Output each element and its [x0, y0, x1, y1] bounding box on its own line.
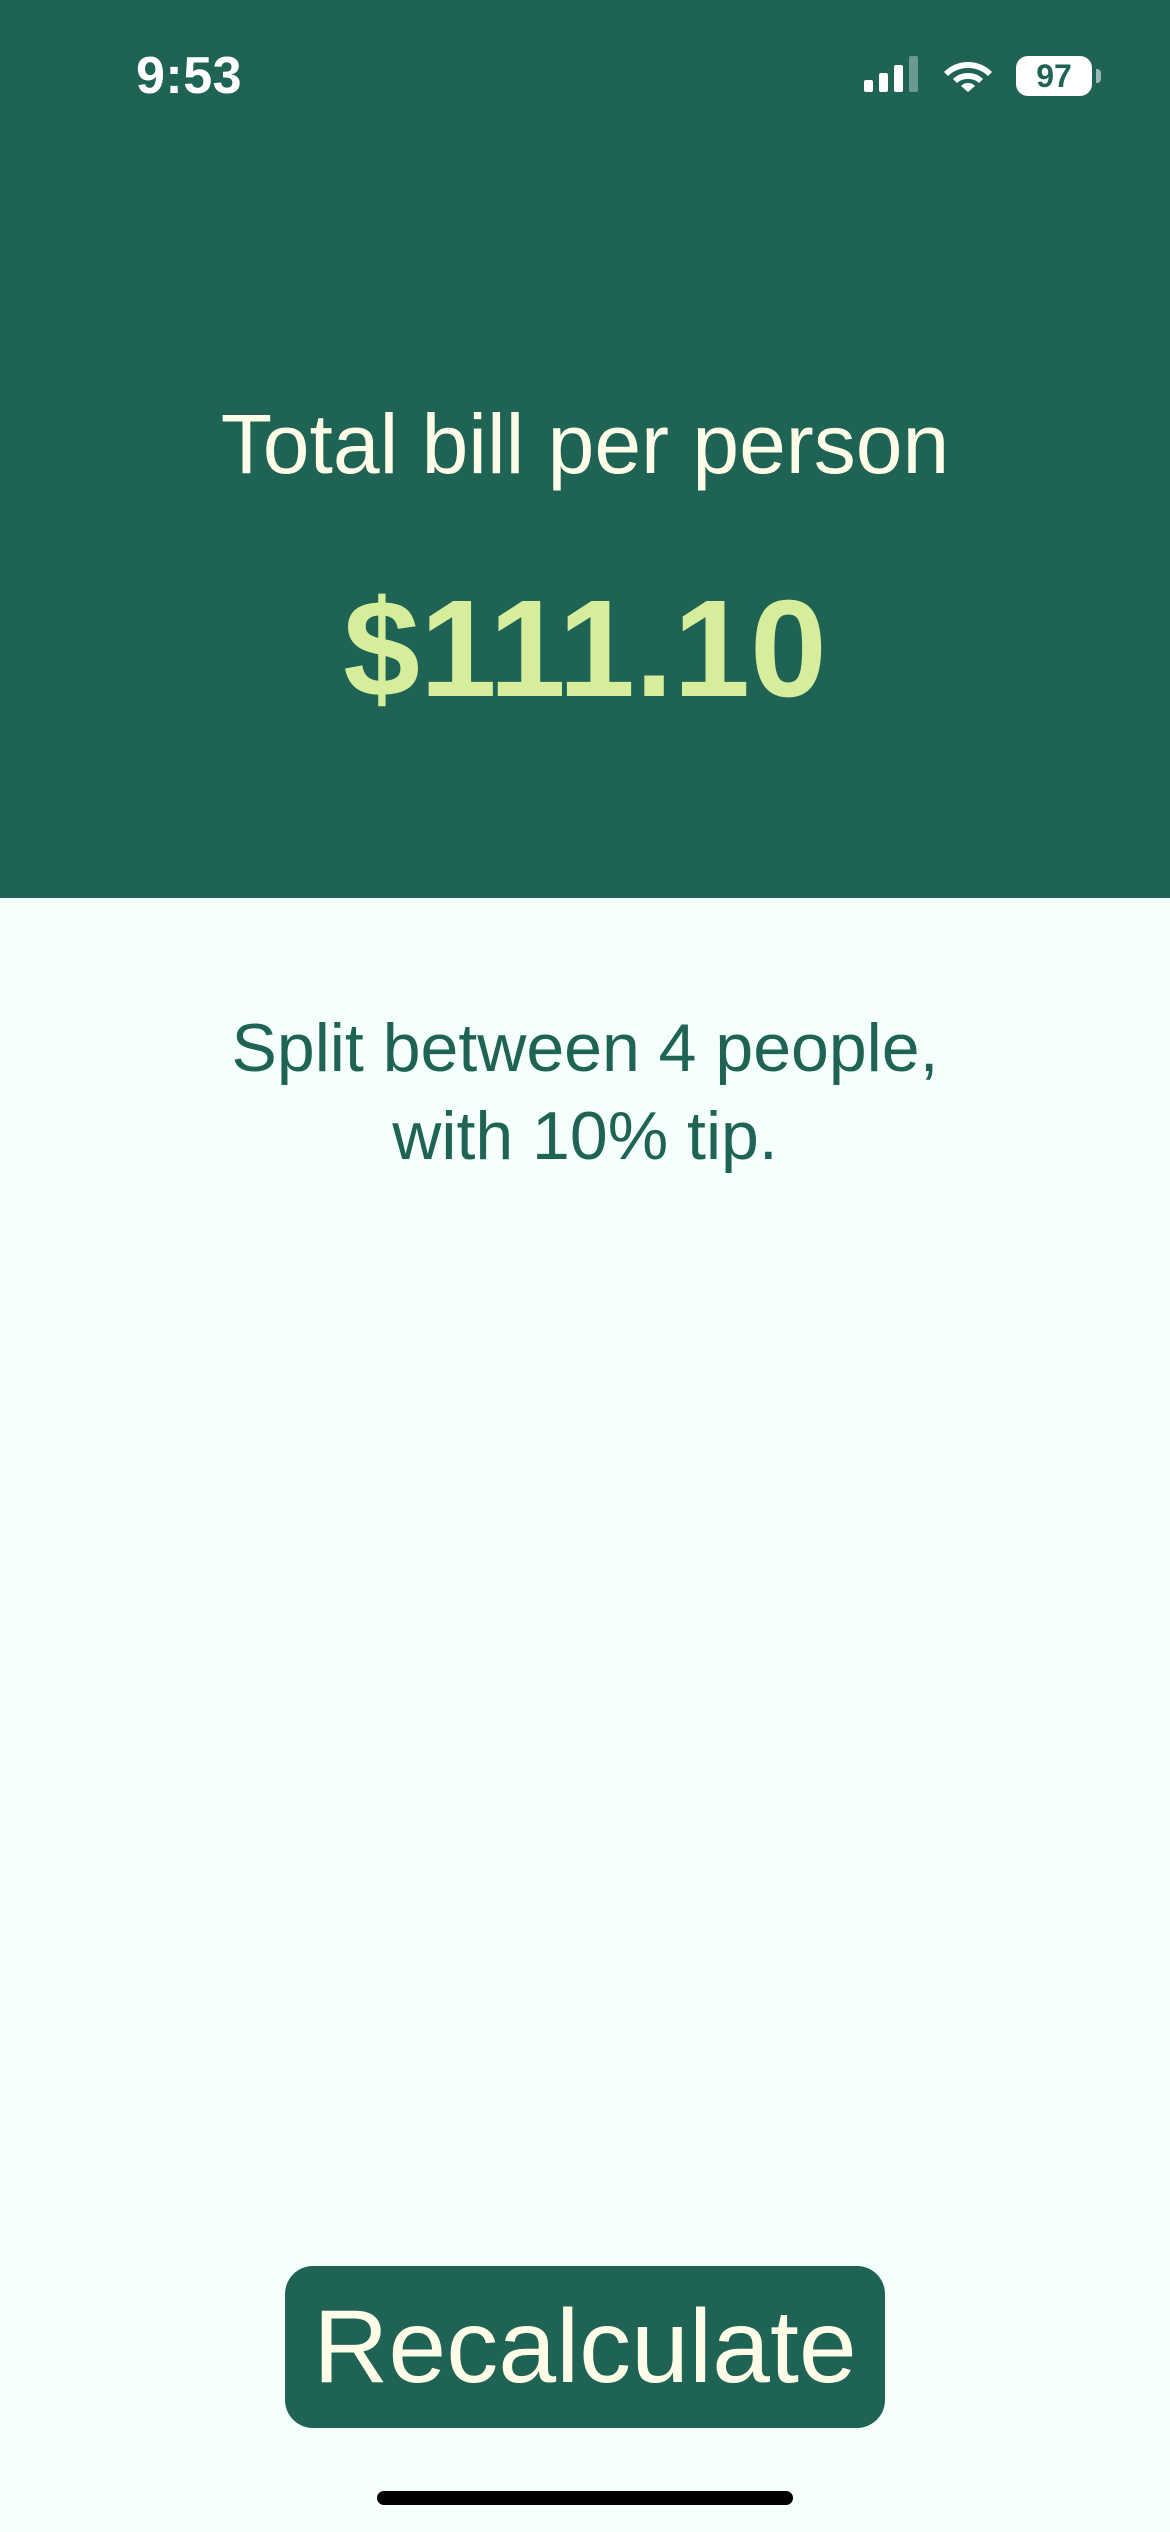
wifi-icon [942, 54, 994, 97]
cellular-signal-icon [864, 54, 920, 97]
per-person-amount: $111.10 [343, 572, 827, 726]
battery-level: 97 [1036, 57, 1072, 94]
battery-icon: 97 [1016, 55, 1101, 96]
home-indicator[interactable] [377, 2491, 793, 2505]
status-time: 9:53 [136, 47, 243, 105]
result-header: 9:53 97 Total bill per person $111.10 [0, 0, 1170, 898]
recalculate-button[interactable]: Recalculate [285, 2266, 885, 2428]
screen: 9:53 97 Total bill per person $111.10 Sp… [0, 0, 1170, 2532]
battery-nub [1096, 68, 1101, 83]
split-summary-line-1: Split between 4 people, [231, 1010, 939, 1086]
result-title: Total bill per person [220, 397, 950, 491]
split-summary-line-2: with 10% tip. [392, 1098, 778, 1174]
split-summary: Split between 4 people, with 10% tip. [0, 1004, 1170, 1180]
status-bar: 9:53 97 [0, 0, 1170, 150]
status-icons: 97 [864, 54, 1101, 97]
